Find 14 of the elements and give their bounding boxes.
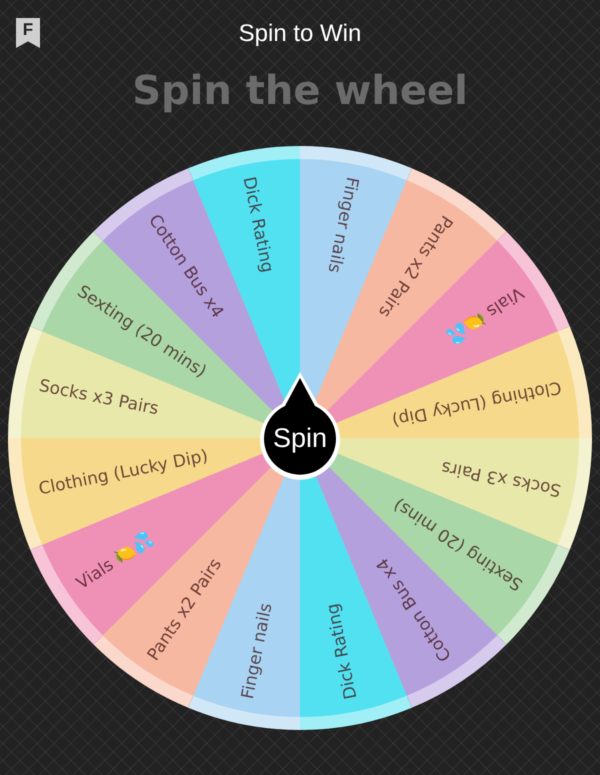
segment-label: Finger nails <box>323 175 362 274</box>
segment-label: Dick Rating <box>322 602 362 701</box>
segment-label: Socks x3 Pairs <box>37 376 160 420</box>
bookmark-badge[interactable]: F <box>16 18 40 48</box>
segment-label: Clothing (Lucky Dip) <box>390 376 563 430</box>
page-heading: Spin the wheel <box>132 68 468 116</box>
segment-label: Finger nails <box>238 602 277 701</box>
segment-label: Dick Rating <box>238 175 278 274</box>
window-title: Spin to Win <box>238 20 362 48</box>
segment-label: Vials 🍋💦 <box>443 282 527 348</box>
spin-button[interactable]: Spin <box>260 372 340 480</box>
segment-label: Clothing (Lucky Dip) <box>37 446 210 500</box>
segment-label: Socks x3 Pairs <box>440 456 563 500</box>
segment-label: Vials 🍋💦 <box>73 528 157 594</box>
